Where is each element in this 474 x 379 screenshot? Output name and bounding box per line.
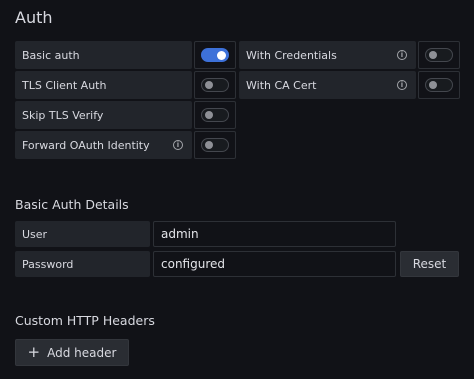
reset-button[interactable]: Reset [400,251,459,277]
with-ca-cert-switch[interactable] [425,78,453,92]
switch-knob [205,81,213,89]
custom-headers-heading: Custom HTTP Headers [15,313,155,328]
with-credentials-label: With Credentials [239,41,416,69]
switch-knob [429,81,437,89]
info-icon[interactable]: i [173,140,183,150]
with-ca-cert-text: With CA Cert [246,78,317,92]
add-header-button[interactable]: + Add header [15,339,129,366]
basic-auth-switch[interactable] [201,48,229,62]
forward-oauth-switch[interactable] [201,138,229,152]
with-credentials-text: With Credentials [246,48,337,62]
skip-tls-verify-toggle-cell [194,101,236,129]
with-ca-cert-label: With CA Cert [239,71,416,99]
skip-tls-verify-switch[interactable] [201,108,229,122]
info-icon[interactable]: i [397,50,407,60]
basic-auth-toggle-cell [194,41,236,69]
add-header-label: Add header [47,345,117,360]
basic-auth-details-heading: Basic Auth Details [15,197,129,212]
skip-tls-verify-label: Skip TLS Verify [15,101,192,129]
forward-oauth-label: Forward OAuth Identity [15,131,192,159]
switch-knob [429,51,437,59]
auth-settings-panel: Auth Basic auth With Credentials i TLS C… [0,0,474,379]
forward-oauth-text: Forward OAuth Identity [22,138,150,152]
switch-knob [205,111,213,119]
switch-knob [217,50,226,60]
tls-client-auth-switch[interactable] [201,78,229,92]
auth-heading: Auth [15,8,53,27]
switch-knob [205,141,213,149]
with-credentials-toggle-cell [418,41,460,69]
plus-icon: + [27,343,41,361]
forward-oauth-toggle-cell [194,131,236,159]
with-ca-cert-toggle-cell [418,71,460,99]
user-input[interactable]: admin [153,221,396,247]
basic-auth-label: Basic auth [15,41,192,69]
password-input[interactable]: configured [153,251,396,277]
with-credentials-switch[interactable] [425,48,453,62]
tls-client-auth-label: TLS Client Auth [15,71,192,99]
password-label: Password [15,251,150,277]
info-icon[interactable]: i [397,80,407,90]
user-label: User [15,221,150,247]
tls-client-auth-toggle-cell [194,71,236,99]
